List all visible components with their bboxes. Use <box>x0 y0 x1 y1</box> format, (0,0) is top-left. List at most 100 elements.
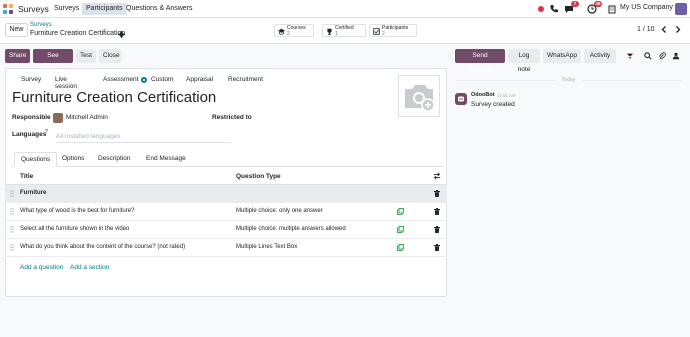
responsible-field[interactable]: Mitchell Admin <box>66 114 108 121</box>
breadcrumb-parent[interactable]: Surveys <box>30 22 52 28</box>
column-title[interactable]: Title <box>20 173 33 180</box>
type-assessment[interactable]: Assessment <box>103 76 138 83</box>
drag-handle-icon <box>10 244 14 251</box>
odoobot-avatar <box>455 93 467 105</box>
pager-next-button[interactable] <box>673 24 683 35</box>
chat-badge: 7 <box>571 1 579 7</box>
stat-certified-value: 1 <box>335 31 338 37</box>
drag-handle-icon <box>10 226 14 233</box>
stat-participants-label: Participants <box>382 25 409 31</box>
drag-handle-icon <box>10 208 14 215</box>
background-image-field[interactable] <box>398 75 440 117</box>
stat-certified[interactable]: Certified 1 <box>322 24 366 37</box>
menu-surveys[interactable]: Surveys <box>50 3 83 15</box>
top-navbar: Surveys Surveys Participants Questions &… <box>0 0 690 18</box>
tab-questions[interactable]: Questions <box>14 152 58 167</box>
new-button[interactable]: New <box>5 23 28 37</box>
message-author: OdooBot <box>471 92 495 98</box>
tab-options[interactable]: Options <box>56 152 90 167</box>
tab-description[interactable]: Description <box>92 152 137 167</box>
type-custom[interactable]: Custom <box>151 76 173 83</box>
table-header: Title Question Type <box>5 168 447 185</box>
activity-badge: 45 <box>594 1 602 7</box>
see-results-button[interactable]: See results <box>33 49 73 73</box>
languages-input[interactable]: All installed languages <box>56 133 121 140</box>
app-brand[interactable]: Surveys <box>18 4 49 14</box>
type-recruitment[interactable]: Recruitment <box>228 76 263 83</box>
trash-icon <box>434 244 440 251</box>
log-note-button[interactable]: Log note <box>508 49 540 73</box>
trophy-icon <box>327 28 332 35</box>
responsible-avatar <box>53 113 63 123</box>
date-separator-line <box>582 80 682 81</box>
question-type: Multiple choice: only one answer <box>236 208 323 214</box>
share-button[interactable]: Share <box>5 49 30 63</box>
chatter-topbar: Send message Log note WhatsApp Activity <box>452 44 690 73</box>
search-icon[interactable] <box>644 52 652 60</box>
stat-participants[interactable]: Participants 2 <box>369 24 417 37</box>
company-name[interactable]: My US Company <box>620 4 673 11</box>
question-title: What do you think about the content of t… <box>20 244 186 250</box>
breadcrumb-current: Furniture Creation Certification <box>30 30 126 37</box>
radio-selected-icon[interactable] <box>141 76 147 83</box>
languages-underline <box>56 142 231 143</box>
chat-icon[interactable]: 7 <box>564 1 579 14</box>
stat-participants-value: 2 <box>382 31 385 37</box>
question-type: Multiple choice: multiple answers allowe… <box>236 226 346 232</box>
phone-icon[interactable] <box>549 4 559 14</box>
languages-label: Languages <box>12 131 47 138</box>
stat-courses-value: 2 <box>287 31 290 37</box>
section-title: Furniture <box>20 190 47 196</box>
status-dot-icon[interactable] <box>536 4 546 14</box>
test-button[interactable]: Test <box>76 49 96 63</box>
column-settings-icon[interactable] <box>433 172 441 180</box>
table-section-row[interactable]: Furniture <box>5 185 447 203</box>
activity-button[interactable]: Activity <box>584 49 616 63</box>
paperclip-icon[interactable] <box>658 52 666 60</box>
activity-clock-icon[interactable]: 45 <box>587 1 602 14</box>
trash-icon <box>434 190 440 197</box>
column-question-type[interactable]: Question Type <box>236 173 281 180</box>
drag-handle-icon <box>10 190 14 197</box>
followers-icon[interactable] <box>672 52 680 60</box>
type-live-session[interactable]: Live session <box>55 76 77 90</box>
table-row[interactable]: What do you think about the content of t… <box>5 239 447 257</box>
table-row[interactable]: Select all the furniture shown in the vi… <box>5 221 447 239</box>
gear-icon[interactable] <box>118 31 125 38</box>
action-bar: Share See results Test Close Send messag… <box>0 44 690 73</box>
menu-participants[interactable]: Participants <box>82 3 127 15</box>
close-button[interactable]: Close <box>99 49 121 63</box>
help-tooltip-icon[interactable]: ? <box>45 129 48 135</box>
copy-icon <box>397 208 404 215</box>
checkbox-icon <box>373 28 380 35</box>
courses-icon <box>278 28 285 35</box>
type-appraisal[interactable]: Appraisal <box>186 76 213 83</box>
question-type: Multiple Lines Text Box <box>236 244 298 250</box>
send-message-button[interactable]: Send message <box>455 49 505 73</box>
trash-icon <box>434 208 440 215</box>
table-row[interactable]: What type of wood is the best for furnit… <box>5 203 447 221</box>
whatsapp-button[interactable]: WhatsApp <box>543 49 581 63</box>
pager-counter[interactable]: 1 / 10 <box>637 26 655 33</box>
question-title: Select all the furniture shown in the vi… <box>20 226 130 232</box>
add-section-link[interactable]: Add a section <box>70 264 109 271</box>
stat-courses[interactable]: Courses 2 <box>274 24 314 37</box>
survey-title[interactable]: Furniture Creation Certification <box>12 89 216 106</box>
copy-icon <box>397 244 404 251</box>
form-tabs: Questions Options Description End Messag… <box>12 150 444 167</box>
tab-end-message[interactable]: End Message <box>140 152 192 167</box>
apps-grid-icon[interactable] <box>3 4 13 14</box>
user-avatar[interactable] <box>675 3 687 15</box>
type-survey[interactable]: Survey <box>21 76 41 83</box>
unfollow-icon[interactable] <box>626 52 634 60</box>
company-switch-icon[interactable] <box>607 4 617 14</box>
add-question-link[interactable]: Add a question <box>20 264 63 271</box>
date-separator: Today <box>562 77 576 83</box>
question-title: What type of wood is the best for furnit… <box>20 208 135 214</box>
menu-questions-answers[interactable]: Questions & Answers <box>122 3 197 15</box>
message-body: Survey created <box>471 101 515 108</box>
restricted-label: Restricted to <box>212 114 252 121</box>
message-time: 11:51 AM <box>497 93 516 98</box>
pager-prev-button[interactable] <box>659 24 669 35</box>
date-separator-line <box>456 80 556 81</box>
